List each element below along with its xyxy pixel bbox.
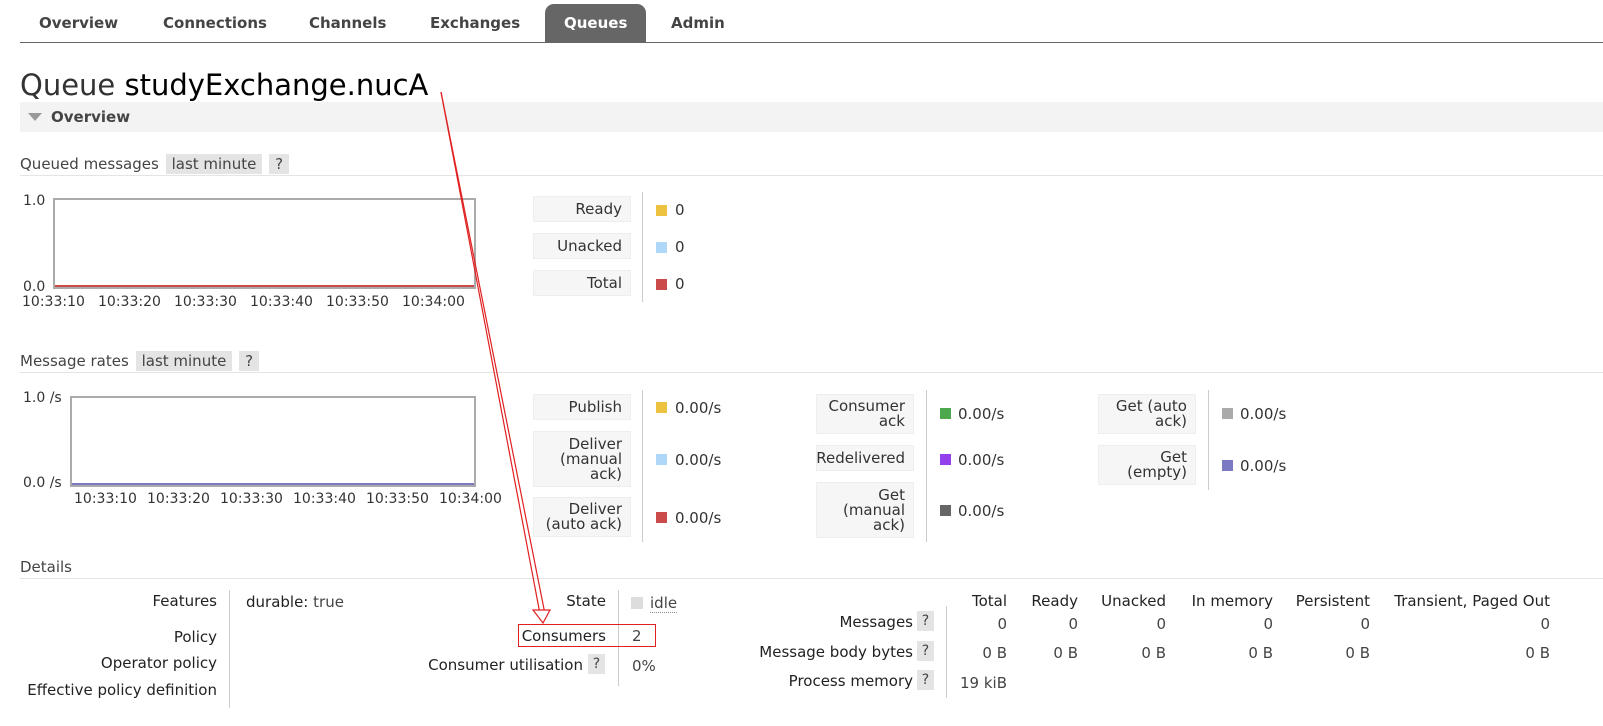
annotation-arrow [440,91,552,625]
